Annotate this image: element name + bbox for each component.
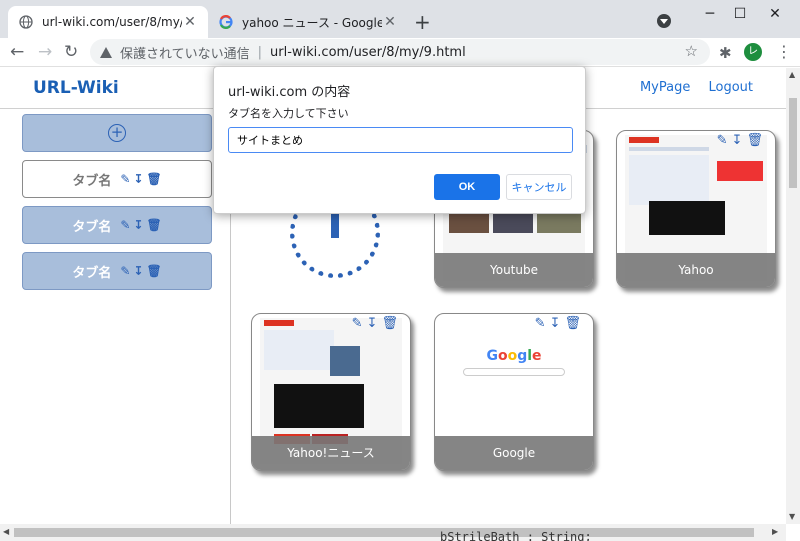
profile-avatar[interactable]: レ [744,43,762,61]
header-links: MyPage Logout [626,80,753,95]
security-label: 保護されていない通信 [120,46,250,62]
sidebar-tab-label: タブ名 [72,173,112,189]
trash-icon[interactable]: 🗑 [381,316,402,331]
logout-link[interactable]: Logout [708,80,753,95]
vertical-scrollbar[interactable]: ▲ ▼ [786,68,800,524]
scroll-up-icon[interactable]: ▲ [789,70,795,79]
close-tab-icon[interactable]: ✕ [382,14,398,30]
trash-icon[interactable]: 🗑 [146,218,161,232]
browser-window: url-wiki.com/user/8/my/9.html ✕ yahoo ニュ… [0,0,800,541]
tab-name-input[interactable] [228,127,573,153]
dialog-title: url-wiki.com の内容 [228,85,351,100]
download-arrow-icon[interactable]: ↧ [732,133,747,148]
add-tab-button[interactable]: + [22,114,212,152]
card-caption: Google [435,436,593,470]
minimize-icon[interactable]: ─ [695,6,725,26]
pencil-icon[interactable]: ✎ [352,316,367,331]
tab-search-icon[interactable] [657,14,671,28]
card-tools: ✎↧🗑 [717,133,767,148]
extensions-icon[interactable]: ✱ [719,44,732,62]
browser-menu-icon[interactable]: ⋮ [776,42,792,61]
scroll-left-icon[interactable]: ◀ [3,527,9,536]
vertical-scroll-thumb[interactable] [789,98,797,188]
sidebar-tab-1[interactable]: タブ名 ✎ ↧ 🗑 [22,160,212,198]
close-tab-icon[interactable]: ✕ [182,14,198,30]
tab-google-search[interactable]: yahoo ニュース - Google 検索 ✕ [208,6,408,38]
trash-icon[interactable]: 🗑 [146,172,161,186]
address-bar[interactable]: 保護されていない通信 | url-wiki.com/user/8/my/9.ht… [90,39,710,65]
pencil-icon[interactable]: ✎ [535,316,550,331]
download-arrow-icon[interactable]: ↧ [133,172,143,186]
close-window-icon[interactable]: ✕ [760,6,790,26]
download-arrow-icon[interactable]: ↧ [367,316,382,331]
bookmark-card-yahoo[interactable]: ✎↧🗑 Yahoo [616,130,776,288]
card-caption: Yahoo!ニュース [252,436,410,470]
trash-icon[interactable]: 🗑 [746,133,767,148]
background-code-text: bStrileBath : String; [440,530,592,541]
mypage-link[interactable]: MyPage [640,80,690,95]
google-logo: Google [486,348,542,364]
dialog-message: タブ名を入力して下さい [228,107,349,120]
bookmark-star-icon[interactable]: ☆ [685,42,698,60]
cancel-button[interactable]: キャンセル [506,174,572,200]
thumbnail-search-box [463,368,565,376]
ok-button[interactable]: OK [434,174,500,200]
omnibox-separator: | [257,44,263,60]
site-logo[interactable]: URL-Wiki [33,78,119,98]
bookmark-card-yahoo-news[interactable]: ✎↧🗑 Yahoo!ニュース [251,313,411,471]
download-arrow-icon[interactable]: ↧ [133,218,143,232]
card-caption: Youtube [435,253,593,287]
prompt-dialog: url-wiki.com の内容 タブ名を入力して下さい OK キャンセル [213,66,586,214]
tab-strip: url-wiki.com/user/8/my/9.html ✕ yahoo ニュ… [0,0,800,38]
horizontal-scrollbar[interactable]: ◀ ▶ [0,524,786,541]
card-tools: ✎↧🗑 [535,316,585,331]
pencil-icon[interactable]: ✎ [120,172,130,186]
new-tab-icon[interactable]: + [414,12,431,32]
url-text: url-wiki.com/user/8/my/9.html [270,44,466,60]
scroll-right-icon[interactable]: ▶ [772,527,778,536]
back-icon[interactable]: ← [10,42,24,62]
scroll-down-icon[interactable]: ▼ [789,512,795,521]
reload-icon[interactable]: ↻ [64,42,78,62]
tab-title: yahoo ニュース - Google 検索 [242,15,382,30]
tab-url-wiki[interactable]: url-wiki.com/user/8/my/9.html ✕ [8,6,208,38]
maximize-icon[interactable]: ☐ [725,6,755,26]
google-icon [218,14,234,30]
download-arrow-icon[interactable]: ↧ [133,264,143,278]
forward-icon[interactable]: → [38,42,52,62]
pencil-icon[interactable]: ✎ [120,264,130,278]
card-caption: Yahoo [617,253,775,287]
globe-icon [18,14,34,30]
browser-toolbar: ← → ↻ 保護されていない通信 | url-wiki.com/user/8/m… [0,38,800,67]
add-circle-icon: + [108,124,126,142]
warning-icon[interactable] [100,46,112,58]
sidebar-tab-3[interactable]: タブ名 ✎ ↧ 🗑 [22,252,212,290]
pencil-icon[interactable]: ✎ [717,133,732,148]
download-arrow-icon[interactable]: ↧ [550,316,565,331]
sidebar-tab-label: タブ名 [72,265,112,281]
horizontal-scroll-thumb[interactable] [14,528,754,537]
card-tools: ✎↧🗑 [352,316,402,331]
bookmark-card-google[interactable]: Google ✎↧🗑 Google [434,313,594,471]
sidebar-tab-2[interactable]: タブ名 ✎ ↧ 🗑 [22,206,212,244]
tab-title: url-wiki.com/user/8/my/9.html [42,15,182,29]
pencil-icon[interactable]: ✎ [120,218,130,232]
sidebar-tab-label: タブ名 [72,219,112,235]
trash-icon[interactable]: 🗑 [564,316,585,331]
trash-icon[interactable]: 🗑 [146,264,161,278]
